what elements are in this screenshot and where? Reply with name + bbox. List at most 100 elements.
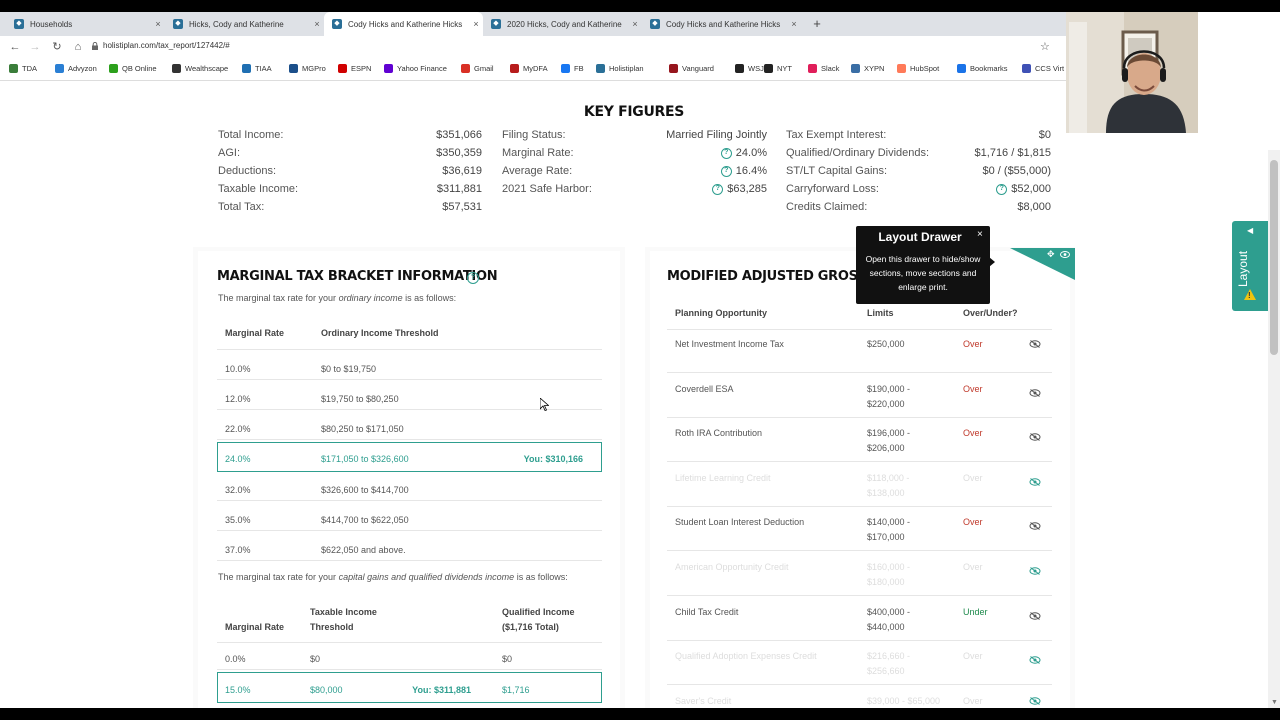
- bookmark-item[interactable]: CCS Virt: [1022, 64, 1064, 73]
- magi-limit: $39,000 - $65,000: [867, 695, 941, 706]
- visibility-eye-icon[interactable]: [1060, 251, 1070, 258]
- marginal-help-icon[interactable]: ?: [467, 272, 479, 284]
- cg-header-divider: [217, 642, 602, 643]
- new-tab-button[interactable]: +: [810, 12, 824, 36]
- bookmark-label: QB Online: [122, 64, 157, 73]
- key-figure-value: $1,716 / $1,815: [931, 147, 1051, 159]
- holistiplan-favicon-icon: ◆: [14, 19, 24, 29]
- bookmark-label: TIAA: [255, 64, 272, 73]
- bookmark-item[interactable]: Gmail: [461, 64, 494, 73]
- bookmark-item[interactable]: MyDFA: [510, 64, 548, 73]
- show-row-eye-icon[interactable]: [1029, 696, 1041, 705]
- bracket-you-value: You: $310,166: [523, 454, 583, 464]
- show-row-eye-icon[interactable]: [1029, 477, 1041, 486]
- key-figure-label: Total Tax:: [218, 201, 265, 213]
- help-icon[interactable]: ?: [720, 165, 732, 177]
- magi-opportunity: Student Loan Interest Deduction: [675, 517, 805, 528]
- bookmark-item[interactable]: Wealthscape: [172, 64, 228, 73]
- row-divider: [217, 530, 602, 531]
- bookmark-item[interactable]: Yahoo Finance: [384, 64, 447, 73]
- tab-close-icon[interactable]: ×: [310, 19, 324, 29]
- move-icon[interactable]: ✥: [1047, 249, 1055, 260]
- tooltip-body: Open this drawer to hide/show sections, …: [865, 254, 981, 292]
- bookmark-item[interactable]: Vanguard: [669, 64, 714, 73]
- bookmark-label: Advyzon: [68, 64, 97, 73]
- tab-close-icon[interactable]: ×: [151, 19, 165, 29]
- key-figure-value: ? $63,285: [627, 183, 767, 195]
- tab-label: Hicks, Cody and Katherine: [189, 19, 284, 29]
- bookmark-item[interactable]: ESPN: [338, 64, 371, 73]
- bookmark-favicon-icon: [808, 64, 817, 73]
- bookmark-label: HubSpot: [910, 64, 940, 73]
- browser-tab[interactable]: ◆ Hicks, Cody and Katherine ×: [165, 12, 324, 36]
- cg-you-value: You: $311,881: [412, 685, 471, 695]
- bookmark-favicon-icon: [510, 64, 519, 73]
- scrollbar-thumb[interactable]: [1270, 160, 1278, 355]
- bottom-strip: [0, 708, 1280, 720]
- cg-threshold: $80,000: [310, 685, 343, 695]
- magi-opportunity: Saver's Credit: [675, 695, 732, 706]
- bracket-rate: 35.0%: [225, 515, 251, 525]
- layout-drawer-tab[interactable]: ◀ Layout !: [1232, 221, 1268, 311]
- browser-tab[interactable]: ◆ Cody Hicks and Katherine Hicks ×: [642, 12, 801, 36]
- key-figure-label: Taxable Income:: [218, 183, 299, 195]
- hide-row-eye-slash-icon[interactable]: [1029, 611, 1041, 620]
- bookmark-star-icon[interactable]: ☆: [1040, 40, 1050, 53]
- magi-status-faded: Over: [963, 472, 983, 483]
- key-figure-value-text: $36,619: [442, 165, 482, 177]
- bookmark-item[interactable]: XYPN: [851, 64, 884, 73]
- bookmark-label: Slack: [821, 64, 840, 73]
- back-icon[interactable]: ←: [8, 40, 22, 54]
- scroll-down-icon[interactable]: ▼: [1271, 699, 1278, 706]
- reload-icon[interactable]: ↻: [50, 40, 64, 54]
- bookmark-item[interactable]: NYT: [764, 64, 792, 73]
- tooltip-close-icon[interactable]: ×: [977, 229, 983, 240]
- bookmark-item[interactable]: QB Online: [109, 64, 157, 73]
- magi-opportunity: Child Tax Credit: [675, 606, 739, 617]
- home-icon[interactable]: ⌂: [71, 40, 85, 54]
- hide-row-eye-slash-icon[interactable]: [1029, 433, 1041, 442]
- marginal-intro: The marginal tax rate for your ordinary …: [218, 293, 457, 303]
- magi-limit-upper: $256,660: [867, 666, 905, 677]
- bookmark-item[interactable]: MGPro: [289, 64, 326, 73]
- hide-row-eye-slash-icon[interactable]: [1029, 388, 1041, 397]
- tab-close-icon[interactable]: ×: [469, 19, 483, 29]
- bookmark-item[interactable]: TDA: [9, 64, 37, 73]
- tab-close-icon[interactable]: ×: [787, 19, 801, 29]
- browser-tab[interactable]: ◆ 2020 Hicks, Cody and Katherine ×: [483, 12, 642, 36]
- key-figure-label: Total Income:: [218, 129, 284, 141]
- hide-row-eye-slash-icon[interactable]: [1029, 522, 1041, 531]
- bookmark-item[interactable]: Advyzon: [55, 64, 97, 73]
- tab-label: Cody Hicks and Katherine Hicks: [666, 19, 781, 29]
- bookmark-item[interactable]: WSJ: [735, 64, 764, 73]
- browser-tab[interactable]: ◆ Cody Hicks and Katherine Hicks ×: [324, 12, 483, 36]
- magi-limit: $118,000 -: [867, 472, 910, 483]
- bookmark-item[interactable]: HubSpot: [897, 64, 939, 73]
- magi-limit: $216,660 -: [867, 651, 911, 662]
- forward-icon[interactable]: →: [28, 40, 42, 54]
- magi-limit: $190,000 -: [867, 383, 911, 394]
- browser-tab[interactable]: ◆ Households ×: [6, 12, 165, 36]
- show-row-eye-icon[interactable]: [1029, 567, 1041, 575]
- bookmark-favicon-icon: [242, 64, 251, 73]
- bookmark-item[interactable]: Slack: [808, 64, 839, 73]
- bookmark-item[interactable]: Bookmarks: [957, 64, 1008, 73]
- bookmark-item[interactable]: FB: [561, 64, 584, 73]
- bookmark-item[interactable]: TIAA: [242, 64, 272, 73]
- cg-intro: The marginal tax rate for your capital g…: [218, 572, 568, 582]
- tab-close-icon[interactable]: ×: [628, 19, 642, 29]
- bookmark-label: Holistiplan: [609, 64, 644, 73]
- url-field[interactable]: holistiplan.com/tax_report/127442/#: [103, 41, 230, 50]
- layout-arrow-icon: ◀: [1247, 226, 1254, 235]
- show-row-eye-icon[interactable]: [1029, 656, 1041, 665]
- magi-opportunity: Qualified Adoption Expenses Credit: [675, 651, 817, 662]
- help-icon[interactable]: ?: [712, 183, 724, 195]
- key-figure-value: ? 24.0%: [627, 147, 767, 159]
- bookmark-item[interactable]: Holistiplan: [596, 64, 644, 73]
- hide-row-eye-slash-icon[interactable]: [1029, 340, 1041, 348]
- help-icon[interactable]: ?: [720, 147, 732, 159]
- magi-status-over: Over: [963, 383, 983, 394]
- holistiplan-favicon-icon: ◆: [650, 19, 660, 29]
- cg-qualified: $0: [502, 654, 513, 664]
- help-icon[interactable]: ?: [996, 183, 1008, 195]
